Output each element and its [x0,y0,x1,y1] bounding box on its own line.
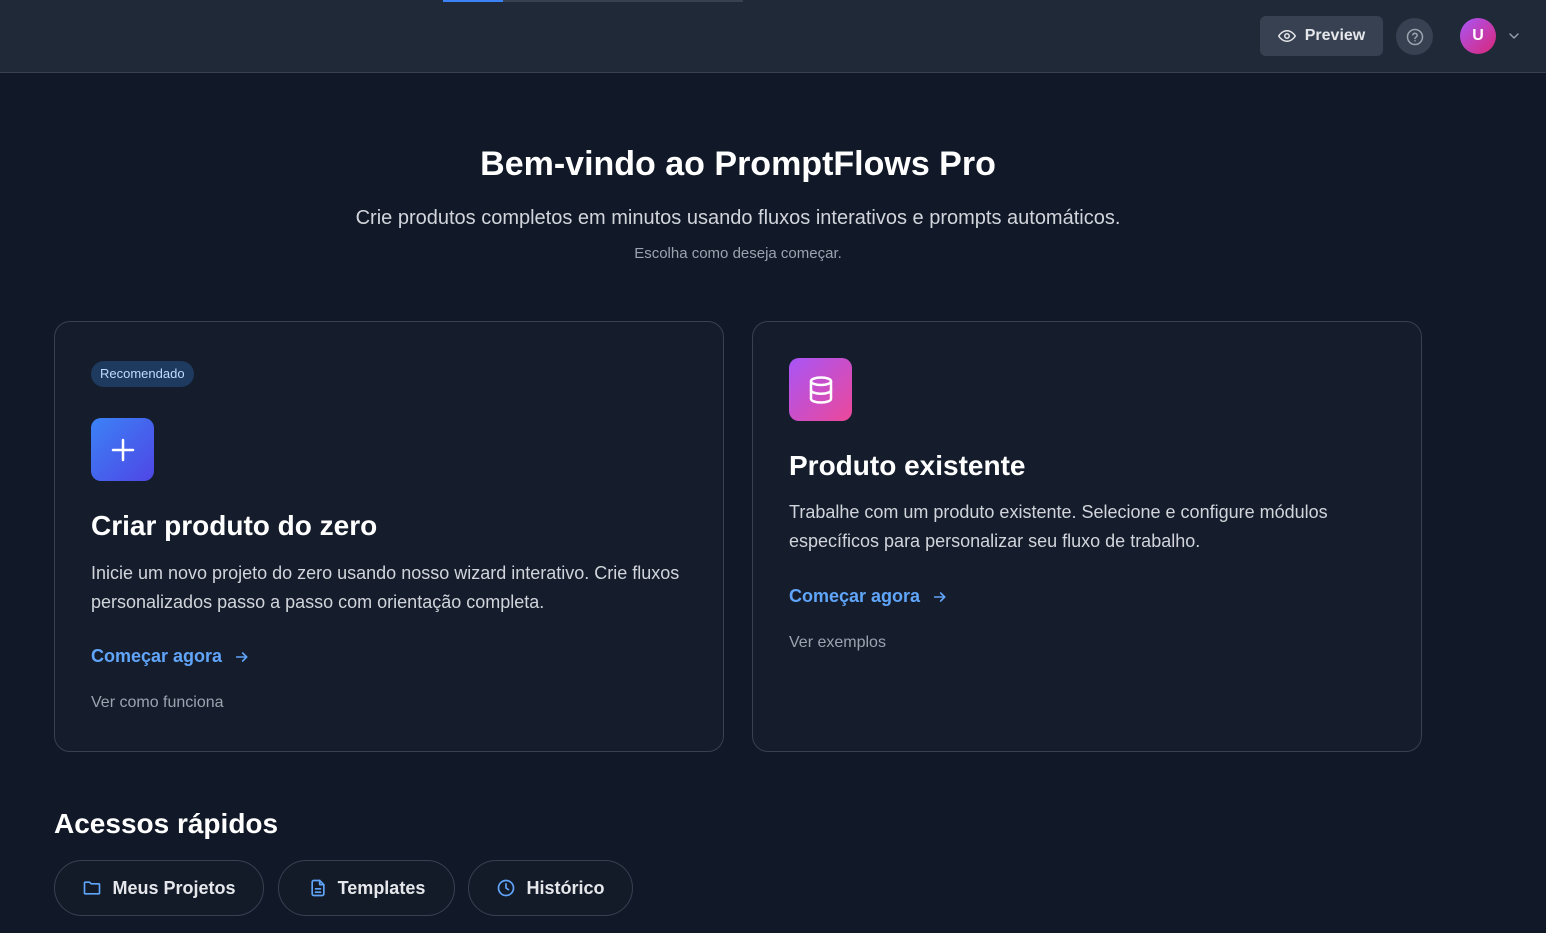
card-description: Trabalhe com um produto existente. Selec… [789,502,1328,551]
see-how-it-works-link[interactable]: Ver como funciona [91,694,224,712]
history-label: Histórico [526,877,605,898]
folder-icon [82,878,102,898]
preview-label: Preview [1304,27,1366,44]
arrow-right-icon [234,649,250,665]
templates-button[interactable]: Templates [278,860,455,916]
clock-icon [496,878,516,898]
start-now-label: Começar agora [91,646,223,666]
quick-access-title: Acessos rápidos [54,808,279,839]
card-description: Inicie um novo projeto do zero usando no… [91,563,680,612]
database-icon [789,358,852,421]
start-now-link[interactable]: Começar agora [789,586,948,607]
card-title: Criar produto do zero [91,510,378,541]
progress-fill [443,0,503,2]
arrow-right-icon [932,589,948,605]
help-circle-icon [1406,28,1424,46]
avatar-initial: U [1472,27,1484,44]
existing-product-card[interactable]: Produto existente Trabalhe com um produt… [752,321,1422,752]
see-examples-link[interactable]: Ver exemplos [789,634,886,652]
templates-label: Templates [337,877,426,898]
preview-button[interactable]: Preview [1260,16,1383,56]
help-button[interactable] [1396,18,1433,55]
my-projects-label: Meus Projetos [112,877,236,898]
progress-track [443,0,743,2]
top-bar: Preview U [0,0,1546,73]
page-title: Bem-vindo ao PromptFlows Pro [480,145,996,183]
start-now-link[interactable]: Começar agora [91,646,250,667]
file-text-icon [308,878,328,898]
eye-icon [1277,27,1296,45]
create-from-scratch-card[interactable]: Recomendado Criar produto do zero Inicie… [54,321,724,752]
my-projects-button[interactable]: Meus Projetos [54,860,264,916]
page-subtitle: Crie produtos completos em minutos usand… [355,207,1121,229]
recommended-badge: Recomendado [91,361,194,387]
chevron-down-icon[interactable] [1506,28,1522,44]
page-hint: Escolha como deseja começar. [634,245,842,262]
start-now-label: Começar agora [789,586,921,606]
card-title: Produto existente [789,450,1026,481]
history-button[interactable]: Histórico [468,860,633,916]
plus-icon [91,418,154,481]
avatar[interactable]: U [1460,18,1496,54]
